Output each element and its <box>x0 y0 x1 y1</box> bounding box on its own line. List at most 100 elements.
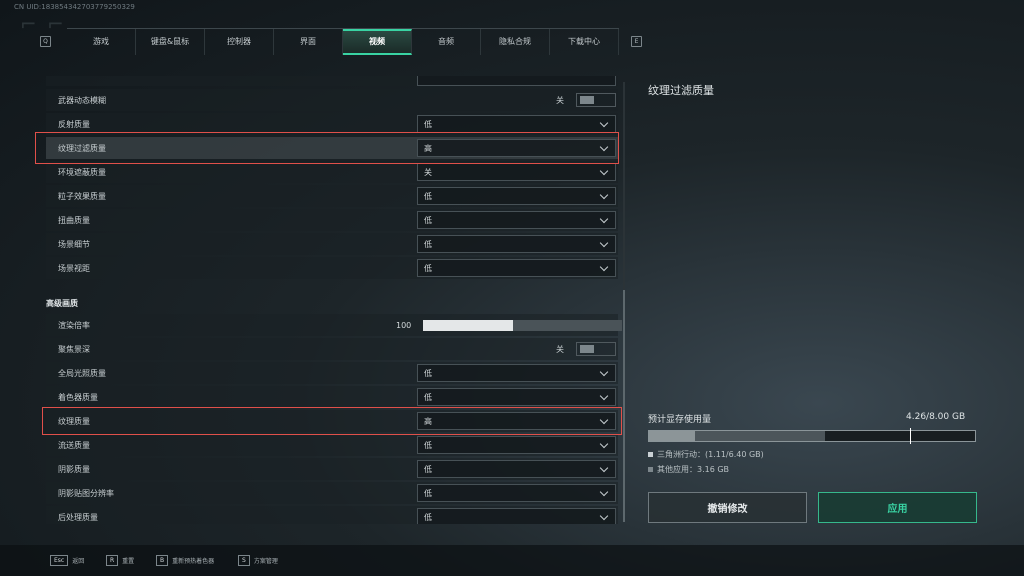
render-scale-slider[interactable] <box>423 319 622 331</box>
dropdown-value: 低 <box>424 464 432 474</box>
setting-distortion-quality[interactable]: 扭曲质量 低 <box>46 209 618 231</box>
settings-row-partial <box>46 76 618 86</box>
toggle-state: 关 <box>556 95 564 105</box>
top-navigation: Q 游戏 键盘&鼠标 控制器 界面 视频 音频 隐私合规 下载中心 E <box>40 27 652 55</box>
hint-label: 返回 <box>72 558 85 565</box>
shadow-quality-dropdown[interactable]: 低 <box>417 460 616 478</box>
toggle-state: 关 <box>556 344 564 354</box>
chevron-down-icon <box>599 367 609 377</box>
chevron-down-icon <box>599 118 609 128</box>
chevron-down-icon <box>599 190 609 200</box>
dropdown-value: 低 <box>424 512 432 522</box>
vram-usage-bar <box>648 430 976 442</box>
setting-label: 粒子效果质量 <box>58 191 106 201</box>
chevron-down-icon <box>599 487 609 497</box>
setting-label: 全局光照质量 <box>58 368 106 378</box>
shadow-map-resolution-dropdown[interactable]: 低 <box>417 484 616 502</box>
setting-post-processing[interactable]: 后处理质量 低 <box>46 506 618 524</box>
distortion-quality-dropdown[interactable]: 低 <box>417 211 616 229</box>
setting-label: 环境遮蔽质量 <box>58 167 106 177</box>
apply-button[interactable]: 应用 <box>818 492 977 523</box>
dropdown-value: 低 <box>424 263 432 273</box>
tab-download-center[interactable]: 下载中心 <box>550 28 619 55</box>
tab-audio[interactable]: 音频 <box>412 28 481 55</box>
slider-fill <box>423 319 513 331</box>
setting-render-scale[interactable]: 渲染倍率 100 <box>46 314 622 336</box>
hint-reset[interactable]: R 重置 <box>106 555 134 566</box>
next-tab-key[interactable]: E <box>631 35 642 47</box>
tab-list: 游戏 键盘&鼠标 控制器 界面 视频 音频 隐私合规 下载中心 <box>67 27 619 55</box>
reflection-quality-dropdown[interactable]: 低 <box>417 115 616 133</box>
chevron-down-icon <box>599 391 609 401</box>
setting-depth-of-field[interactable]: 聚焦景深 关 <box>46 338 618 360</box>
setting-label: 场景细节 <box>58 239 90 249</box>
section-title-advanced: 高级画质 <box>46 299 78 308</box>
vram-usage-total: 4.26/8.00 GB <box>906 412 966 422</box>
vram-usage-label: 预计显存使用量 <box>648 415 712 425</box>
dropdown-value: 低 <box>424 440 432 450</box>
setting-shadow-map-resolution[interactable]: 阴影贴图分辨率 低 <box>46 482 618 504</box>
global-illumination-dropdown[interactable]: 低 <box>417 364 616 382</box>
tab-controller[interactable]: 控制器 <box>205 28 274 55</box>
chevron-down-icon <box>599 463 609 473</box>
prev-tab-key[interactable]: Q <box>40 35 51 47</box>
scene-detail-dropdown[interactable]: 低 <box>417 235 616 253</box>
hint-back[interactable]: Esc 返回 <box>50 555 84 566</box>
vram-legend-other: 其他应用：3.16 GB <box>648 464 729 475</box>
depth-of-field-toggle[interactable] <box>576 342 616 356</box>
key-badge: R <box>106 555 119 566</box>
ambient-occlusion-dropdown[interactable]: 关 <box>417 163 616 181</box>
tab-keyboard-mouse[interactable]: 键盘&鼠标 <box>136 28 205 55</box>
flow-quality-dropdown[interactable]: 低 <box>417 436 616 454</box>
setting-label: 武器动态模糊 <box>58 95 106 105</box>
setting-scene-distance[interactable]: 场景视距 低 <box>46 257 618 279</box>
dropdown-value: 低 <box>424 488 432 498</box>
setting-label: 阴影贴图分辨率 <box>58 488 114 498</box>
setting-weapon-motion-blur[interactable]: 武器动态模糊 关 <box>46 89 618 111</box>
tab-interface[interactable]: 界面 <box>274 28 343 55</box>
scene-distance-dropdown[interactable]: 低 <box>417 259 616 277</box>
dropdown-value: 低 <box>424 215 432 225</box>
setting-global-illumination[interactable]: 全局光照质量 低 <box>46 362 618 384</box>
setting-scene-detail[interactable]: 场景细节 低 <box>46 233 618 255</box>
setting-shadow-quality[interactable]: 阴影质量 低 <box>46 458 618 480</box>
chevron-down-icon <box>599 262 609 272</box>
hint-label: 方案管理 <box>253 558 278 565</box>
shader-quality-dropdown[interactable]: 低 <box>417 388 616 406</box>
setting-label: 渲染倍率 <box>58 320 90 330</box>
legend-text: 其他应用：3.16 GB <box>657 465 730 474</box>
vram-legend-game: 三角洲行动：(1.11/6.40 GB) <box>648 449 764 460</box>
post-processing-dropdown[interactable]: 低 <box>417 508 616 524</box>
hint-label: 重新预热着色器 <box>172 558 215 565</box>
hint-reheat-shader[interactable]: B 重新预热着色器 <box>156 555 214 566</box>
particle-quality-dropdown[interactable]: 低 <box>417 187 616 205</box>
tab-privacy[interactable]: 隐私合规 <box>481 28 550 55</box>
setting-label: 反射质量 <box>58 119 90 129</box>
legend-square-icon <box>648 452 653 457</box>
revert-changes-button[interactable]: 撤销修改 <box>648 492 807 523</box>
dropdown-value: 低 <box>424 119 432 129</box>
dropdown-value: 低 <box>424 191 432 201</box>
hint-label: 重置 <box>122 558 135 565</box>
setting-label: 场景视距 <box>58 263 90 273</box>
key-badge: S <box>238 555 250 566</box>
hint-preset-manage[interactable]: S 方案管理 <box>238 555 278 566</box>
weapon-motion-blur-toggle[interactable] <box>576 93 616 107</box>
settings-scrollbar-thumb[interactable] <box>623 290 625 522</box>
vram-segment-other <box>694 431 826 441</box>
toggle-knob <box>580 96 594 104</box>
partial-dropdown[interactable] <box>417 76 616 86</box>
chevron-down-icon <box>599 214 609 224</box>
chevron-down-icon <box>599 511 609 521</box>
setting-ambient-occlusion[interactable]: 环境遮蔽质量 关 <box>46 161 618 183</box>
tab-video[interactable]: 视频 <box>343 28 412 55</box>
dropdown-value: 关 <box>424 167 432 177</box>
setting-shader-quality[interactable]: 着色器质量 低 <box>46 386 618 408</box>
setting-particle-quality[interactable]: 粒子效果质量 低 <box>46 185 618 207</box>
render-scale-value: 100 <box>396 320 412 330</box>
setting-flow-quality[interactable]: 流送质量 低 <box>46 434 618 456</box>
setting-label: 后处理质量 <box>58 512 98 522</box>
dropdown-value: 低 <box>424 239 432 249</box>
chevron-down-icon <box>599 439 609 449</box>
tab-game[interactable]: 游戏 <box>67 28 136 55</box>
